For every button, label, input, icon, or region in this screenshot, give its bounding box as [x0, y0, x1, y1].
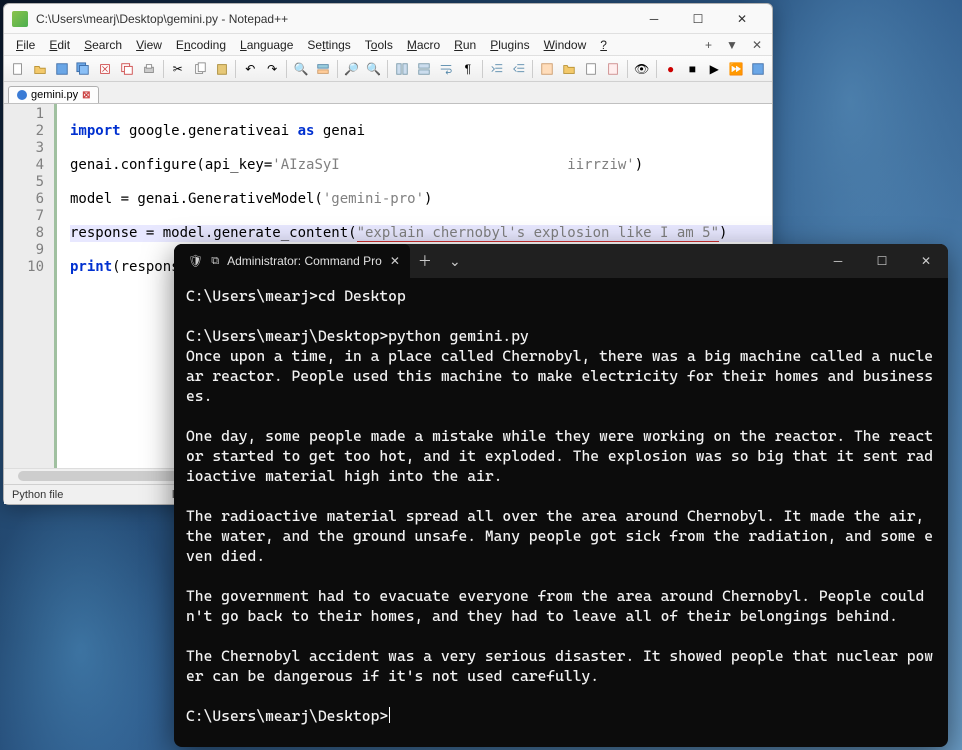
shield-icon: 🛡 — [188, 254, 203, 268]
function-list-icon[interactable] — [537, 59, 557, 79]
term-maximize-button[interactable]: ☐ — [860, 244, 904, 278]
menu-file[interactable]: File — [10, 36, 41, 54]
npp-app-icon — [12, 11, 28, 27]
zoom-out-icon[interactable]: 🔍 — [364, 59, 384, 79]
wrap-icon[interactable] — [436, 59, 456, 79]
term-tab[interactable]: 🛡 ⧉ Administrator: Command Pro ✕ — [174, 244, 410, 278]
term-tab-title: Administrator: Command Pro — [227, 254, 382, 268]
indent-icon[interactable] — [487, 59, 507, 79]
toolbar-x-icon[interactable]: ✕ — [748, 38, 766, 52]
print-icon[interactable] — [139, 59, 159, 79]
show-chars-icon[interactable]: ¶ — [458, 59, 478, 79]
tab-saved-icon — [17, 90, 27, 100]
terminal-window: 🛡 ⧉ Administrator: Command Pro ✕ ＋ ⌄ ─ ☐… — [174, 244, 948, 747]
term-minimize-button[interactable]: ─ — [816, 244, 860, 278]
toolbar-plus-icon[interactable]: + — [701, 38, 716, 52]
npp-menubar: File Edit Search View Encoding Language … — [4, 34, 772, 56]
zoom-in-icon[interactable]: 🔎 — [342, 59, 362, 79]
menu-window[interactable]: Window — [538, 36, 593, 54]
menu-view[interactable]: View — [130, 36, 168, 54]
npp-toolbar: ✂ ↶ ↷ 🔍 🔎 🔍 ¶ 👁 ● ■ ▶ ⏩ — [4, 56, 772, 82]
npp-titlebar[interactable]: C:\Users\mearj\Desktop\gemini.py - Notep… — [4, 4, 772, 34]
undo-icon[interactable]: ↶ — [240, 59, 260, 79]
stop-icon[interactable]: ■ — [682, 59, 702, 79]
term-body[interactable]: C:\Users\mearj>cd Desktop C:\Users\mearj… — [174, 278, 948, 747]
sync-h-icon[interactable] — [414, 59, 434, 79]
menu-help[interactable]: ? — [594, 36, 613, 54]
tab-close-icon[interactable]: ⊠ — [82, 90, 90, 101]
cmd-icon: ⧉ — [211, 255, 219, 268]
record-icon[interactable]: ● — [661, 59, 681, 79]
npp-title: C:\Users\mearj\Desktop\gemini.py - Notep… — [36, 12, 632, 26]
menu-run[interactable]: Run — [448, 36, 482, 54]
minimize-button[interactable]: ─ — [632, 5, 676, 33]
redo-icon[interactable]: ↷ — [262, 59, 282, 79]
menu-language[interactable]: Language — [234, 36, 299, 54]
close-all-icon[interactable] — [117, 59, 137, 79]
doc-list-icon[interactable] — [603, 59, 623, 79]
tab-label: gemini.py — [31, 89, 78, 101]
tab-dropdown-icon[interactable]: ⌄ — [440, 246, 470, 276]
npp-tabbar: gemini.py ⊠ — [4, 82, 772, 104]
term-titlebar[interactable]: 🛡 ⧉ Administrator: Command Pro ✕ ＋ ⌄ ─ ☐… — [174, 244, 948, 278]
term-close-button[interactable]: ✕ — [904, 244, 948, 278]
tab-gemini-py[interactable]: gemini.py ⊠ — [8, 86, 99, 103]
fold-margin — [54, 104, 66, 468]
maximize-button[interactable]: ☐ — [676, 5, 720, 33]
menu-plugins[interactable]: Plugins — [484, 36, 535, 54]
find-icon[interactable]: 🔍 — [291, 59, 311, 79]
monitor-icon[interactable]: 👁 — [632, 59, 652, 79]
cut-icon[interactable]: ✂ — [168, 59, 188, 79]
replace-icon[interactable] — [313, 59, 333, 79]
menu-encoding[interactable]: Encoding — [170, 36, 232, 54]
save-all-icon[interactable] — [74, 59, 94, 79]
line-gutter: 12345678910 — [4, 104, 54, 468]
save-macro-icon[interactable] — [748, 59, 768, 79]
close-file-icon[interactable] — [95, 59, 115, 79]
menu-settings[interactable]: Settings — [301, 36, 356, 54]
new-tab-button[interactable]: ＋ — [410, 246, 440, 276]
paste-icon[interactable] — [212, 59, 232, 79]
status-filetype: Python file — [12, 489, 142, 501]
menu-macro[interactable]: Macro — [401, 36, 446, 54]
copy-icon[interactable] — [190, 59, 210, 79]
menu-search[interactable]: Search — [78, 36, 128, 54]
sync-v-icon[interactable] — [392, 59, 412, 79]
open-file-icon[interactable] — [30, 59, 50, 79]
fast-forward-icon[interactable]: ⏩ — [726, 59, 746, 79]
menu-tools[interactable]: Tools — [359, 36, 399, 54]
term-tab-close-icon[interactable]: ✕ — [390, 254, 400, 268]
outdent-icon[interactable] — [509, 59, 529, 79]
toolbar-down-icon[interactable]: ▼ — [722, 38, 742, 52]
doc-map-icon[interactable] — [581, 59, 601, 79]
menu-edit[interactable]: Edit — [43, 36, 76, 54]
new-file-icon[interactable] — [8, 59, 28, 79]
folder-icon[interactable] — [559, 59, 579, 79]
save-icon[interactable] — [52, 59, 72, 79]
close-button[interactable]: ✕ — [720, 5, 764, 33]
play-icon[interactable]: ▶ — [704, 59, 724, 79]
